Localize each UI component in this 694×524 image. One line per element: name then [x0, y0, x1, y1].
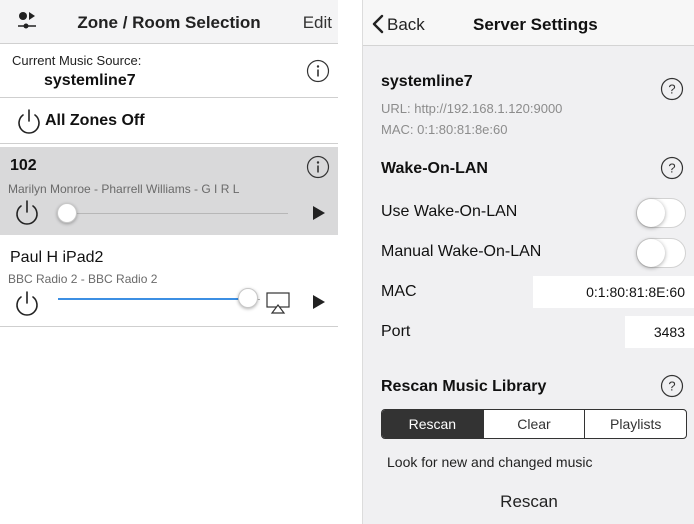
info-icon[interactable]: [306, 59, 330, 83]
manual-wol-label: Manual Wake-On-LAN: [381, 243, 542, 260]
segment-clear[interactable]: Clear: [482, 410, 585, 438]
manual-wol-toggle[interactable]: [636, 238, 686, 268]
zone-selection-panel: Zone / Room Selection Edit Current Music…: [0, 0, 338, 524]
zone-name: 102: [10, 157, 37, 174]
chevron-left-icon[interactable]: [371, 14, 385, 34]
volume-slider-track[interactable]: [60, 213, 288, 214]
current-source-value: systemline7: [44, 72, 136, 89]
back-button[interactable]: Back: [387, 15, 425, 35]
svg-text:?: ?: [668, 379, 675, 394]
segment-rescan[interactable]: Rescan: [382, 410, 483, 438]
help-icon[interactable]: ?: [660, 77, 684, 101]
power-icon[interactable]: [12, 197, 42, 227]
zone-now-playing: Marilyn Monroe - Pharrell Williams - G I…: [8, 182, 240, 196]
current-music-source[interactable]: Current Music Source: systemline7: [0, 44, 338, 98]
use-wol-label: Use Wake-On-LAN: [381, 203, 518, 220]
wol-heading: Wake-On-LAN: [381, 160, 488, 177]
page-title: Server Settings: [473, 15, 598, 34]
airplay-icon[interactable]: [266, 292, 290, 314]
server-name: systemline7: [381, 73, 473, 90]
all-zones-off-label: All Zones Off: [45, 112, 145, 129]
svg-text:?: ?: [668, 82, 675, 97]
zone-name: Paul H iPad2: [10, 249, 104, 266]
port-label: Port: [381, 323, 411, 340]
play-icon[interactable]: [312, 206, 326, 220]
use-wol-toggle[interactable]: [636, 198, 686, 228]
mac-label: MAC: [381, 283, 417, 300]
page-title: Zone / Room Selection: [77, 13, 261, 32]
volume-slider-handle[interactable]: [238, 288, 258, 308]
segment-playlists[interactable]: Playlists: [584, 410, 686, 438]
all-zones-off-button[interactable]: All Zones Off: [0, 98, 338, 144]
rescan-heading: Rescan Music Library: [381, 378, 547, 395]
rescan-hint: Look for new and changed music: [387, 454, 593, 470]
zone-now-playing: BBC Radio 2 - BBC Radio 2: [8, 272, 158, 286]
server-settings-panel: Back Server Settings systemline7 ? URL: …: [362, 0, 694, 524]
toggle-thumb: [637, 239, 665, 267]
zone-row-paul-h-ipad2[interactable]: Paul H iPad2 BBC Radio 2 - BBC Radio 2: [0, 237, 338, 327]
zone-row-102[interactable]: 102 Marilyn Monroe - Pharrell Williams -…: [0, 147, 338, 235]
zone-selection-header: Zone / Room Selection Edit: [0, 0, 338, 44]
rescan-button[interactable]: Rescan: [363, 492, 694, 512]
play-icon[interactable]: [312, 295, 326, 309]
server-url: URL: http://192.168.1.120:9000: [381, 101, 563, 116]
power-icon[interactable]: [12, 288, 42, 318]
mac-field[interactable]: [533, 276, 694, 308]
info-icon[interactable]: [306, 155, 330, 179]
port-field[interactable]: [625, 316, 694, 348]
server-mac: MAC: 0:1:80:81:8e:60: [381, 122, 508, 137]
server-settings-header: Back Server Settings: [363, 0, 694, 46]
edit-button[interactable]: Edit: [303, 13, 332, 33]
power-icon: [18, 109, 40, 134]
volume-slider-fill: [58, 298, 246, 300]
help-icon[interactable]: ?: [660, 374, 684, 398]
current-source-label: Current Music Source:: [12, 53, 142, 68]
toggle-thumb: [637, 199, 665, 227]
help-icon[interactable]: ?: [660, 156, 684, 180]
rescan-mode-segmented-control: Rescan Clear Playlists: [381, 409, 687, 439]
volume-slider-handle[interactable]: [57, 203, 77, 223]
svg-text:?: ?: [668, 161, 675, 176]
